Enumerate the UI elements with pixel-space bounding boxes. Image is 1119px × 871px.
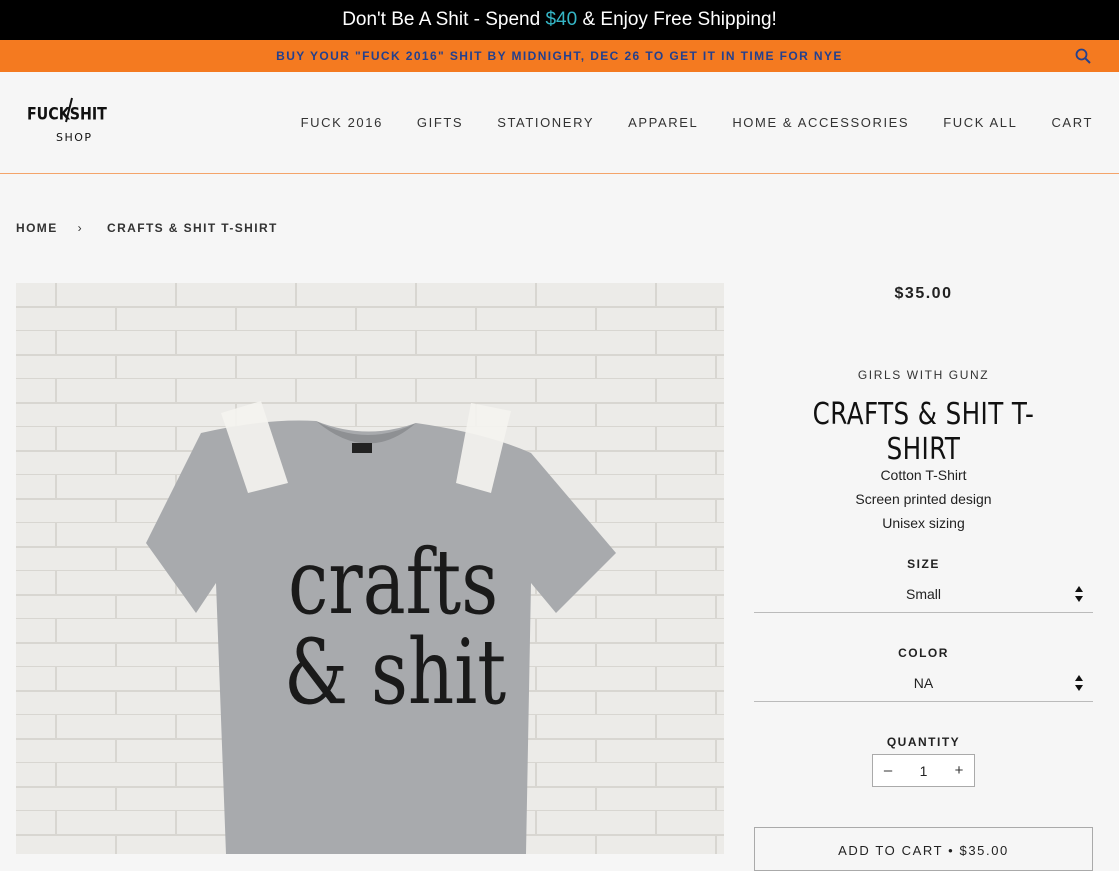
breadcrumb-separator: › — [77, 221, 84, 235]
logo-fuck: FUCK — [27, 103, 70, 124]
color-value: NA — [913, 674, 934, 691]
quantity-input[interactable]: 1 — [903, 763, 944, 779]
main-nav: FUCK 2016 GIFTS STATIONERY APPAREL HOME … — [267, 72, 1093, 172]
nav-item-home-accessories[interactable]: HOME & ACCESSORIES — [732, 115, 909, 130]
select-arrows-icon — [1075, 675, 1083, 691]
nav-item-cart[interactable]: CART — [1051, 115, 1093, 130]
size-label: SIZE — [907, 557, 940, 571]
add-to-cart-button[interactable]: ADD TO CART • $35.00 — [754, 827, 1093, 871]
quantity-label: QUANTITY — [886, 735, 961, 749]
announcement-bar: Don't Be A Shit - Spend $40 & Enjoy Free… — [0, 0, 1119, 40]
announcement-prefix: Don't Be A Shit - Spend — [342, 9, 546, 30]
site-header: FUCK SHIT SHOP FUCK 2016 GIFTS STATIONER… — [0, 72, 1119, 174]
description-line: Cotton T-Shirt — [880, 467, 967, 483]
promo-message[interactable]: BUY YOUR "FUCK 2016" SHIT BY MIDNIGHT, D… — [276, 49, 843, 63]
color-label: COLOR — [898, 646, 949, 660]
product-description: Cotton T-Shirt Screen printed design Uni… — [754, 463, 1093, 535]
product-price: $35.00 — [894, 285, 953, 302]
quantity-plus-button[interactable]: + — [944, 762, 974, 779]
breadcrumb-home[interactable]: HOME — [16, 221, 58, 235]
quantity-stepper: – 1 + — [872, 754, 975, 787]
product-vendor[interactable]: GIRLS WITH GUNZ — [754, 368, 1093, 382]
description-line: Unisex sizing — [882, 515, 965, 531]
quantity-minus-button[interactable]: – — [873, 762, 903, 779]
product-title: CRAFTS & SHIT T-SHIRT — [812, 397, 1035, 467]
breadcrumb-current: CRAFTS & SHIT T-SHIRT — [107, 221, 278, 235]
tshirt-print-line2: & shit — [284, 620, 506, 725]
logo-shit: SHIT — [70, 103, 107, 124]
select-arrows-icon — [1075, 586, 1083, 602]
product-image[interactable]: crafts & shit — [16, 283, 724, 854]
description-line: Screen printed design — [855, 491, 992, 507]
nav-item-stationery[interactable]: STATIONERY — [497, 115, 594, 130]
nav-item-gifts[interactable]: GIFTS — [417, 115, 463, 130]
size-value: Small — [905, 585, 941, 602]
nav-item-apparel[interactable]: APPAREL — [628, 115, 698, 130]
color-select[interactable]: NA — [754, 664, 1093, 702]
search-icon[interactable] — [1075, 48, 1091, 64]
announcement-amount: $40 — [545, 9, 578, 30]
tshirt-photo: crafts & shit — [16, 283, 724, 854]
promo-bar: BUY YOUR "FUCK 2016" SHIT BY MIDNIGHT, D… — [0, 40, 1119, 72]
breadcrumb: HOME › CRAFTS & SHIT T-SHIRT — [16, 221, 278, 235]
nav-item-fuck-2016[interactable]: FUCK 2016 — [301, 115, 383, 130]
size-select[interactable]: Small — [754, 575, 1093, 613]
logo-shop: SHOP — [56, 131, 93, 144]
nav-item-fuck-all[interactable]: FUCK ALL — [943, 115, 1017, 130]
announcement-suffix: & Enjoy Free Shipping! — [577, 9, 777, 30]
shop-logo[interactable]: FUCK SHIT SHOP — [26, 94, 108, 150]
